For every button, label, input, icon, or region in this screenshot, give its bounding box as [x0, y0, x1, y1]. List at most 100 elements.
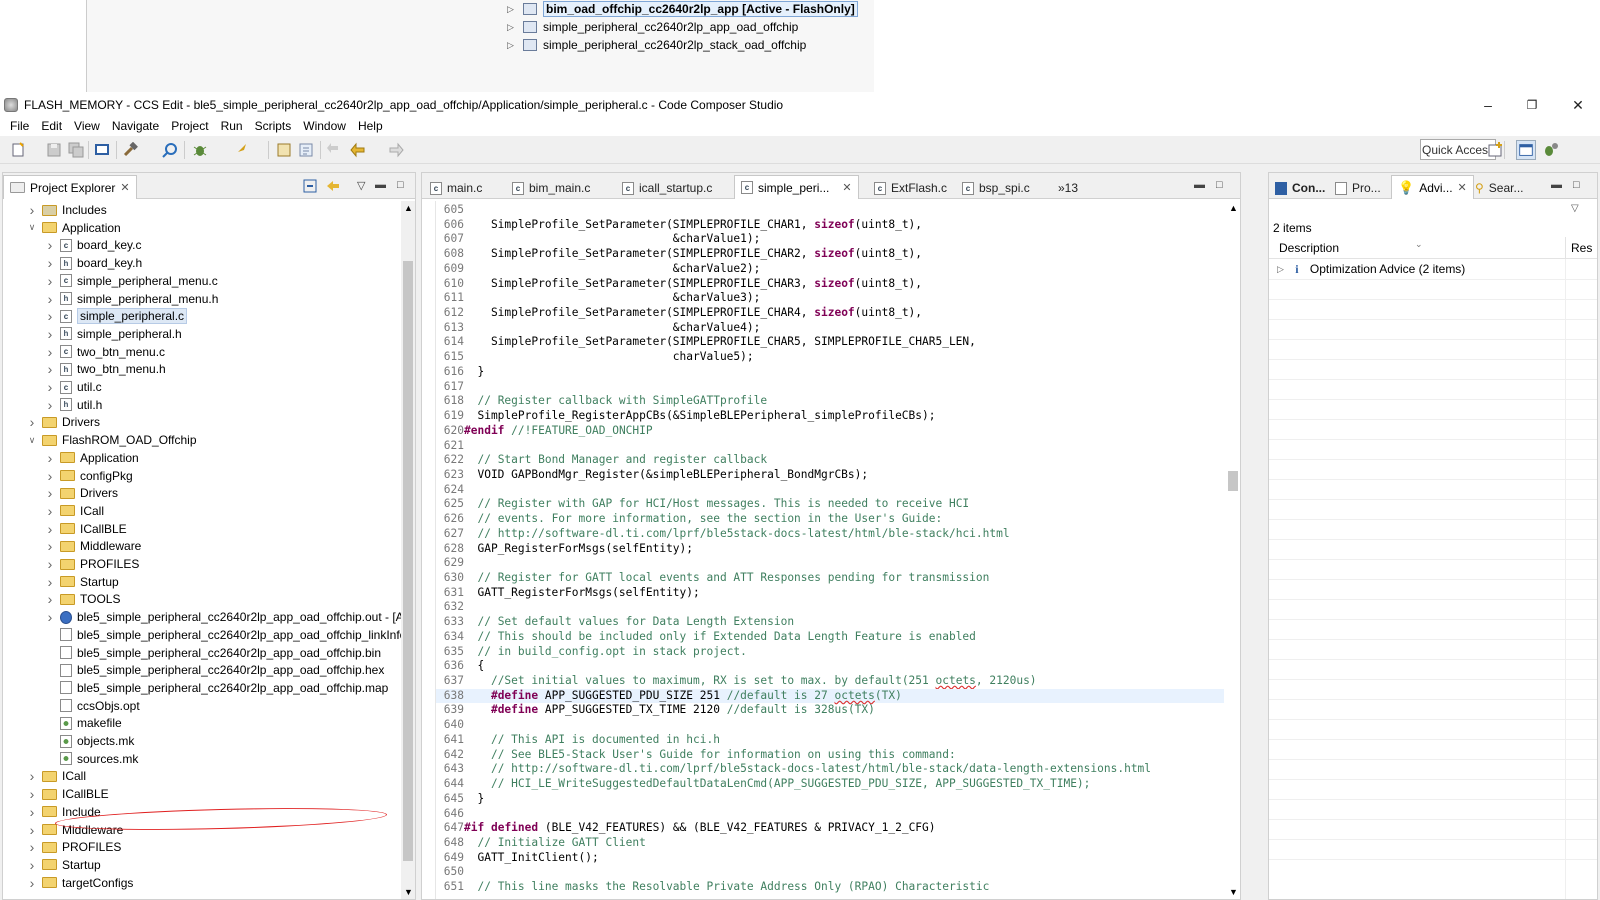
code-line[interactable]: 618 // Register callback with SimpleGATT… [436, 394, 1224, 409]
code-line[interactable]: 622 // Start Bond Manager and register c… [436, 453, 1224, 468]
chevron-right-icon[interactable]: › [27, 804, 37, 820]
tree-item[interactable]: › ICall [27, 767, 86, 785]
scrollbar-thumb[interactable] [1228, 471, 1238, 491]
build-icon[interactable] [122, 142, 138, 158]
view-menu-icon[interactable]: ▽ [1571, 203, 1579, 214]
chevron-right-icon[interactable]: › [45, 397, 55, 413]
chevron-right-icon[interactable]: › [27, 786, 37, 802]
code-area[interactable]: 605 606 SimpleProfile_SetParameter(SIMPLE… [422, 201, 1224, 899]
menu-edit[interactable]: Edit [35, 119, 68, 133]
tree-item[interactable]: › ICallBLE [45, 520, 127, 538]
chevron-right-icon[interactable]: › [45, 521, 55, 537]
code-line[interactable]: 647#if defined (BLE_V42_FEATURES) && (BL… [436, 821, 1224, 836]
chevron-right-icon[interactable]: › [45, 291, 55, 307]
last-edit-icon[interactable] [326, 142, 342, 158]
tree-item-sp-app[interactable]: ▷ simple_peripheral_cc2640r2lp_app_oad_o… [507, 18, 798, 36]
tree-item[interactable]: › c simple_peripheral.c [45, 307, 188, 325]
close-tab-icon[interactable]: ✕ [842, 181, 851, 194]
code-line[interactable]: 642 // See BLE5-Stack User's Guide for i… [436, 748, 1224, 763]
chevron-right-icon[interactable]: › [27, 414, 37, 430]
tab-extflash-c[interactable]: c ExtFlash.c [868, 177, 953, 199]
code-line[interactable]: 613 &charValue4); [436, 321, 1224, 336]
ccs-debug-perspective-icon[interactable] [1540, 140, 1560, 160]
maximize-view-icon[interactable]: □ [1216, 179, 1223, 191]
chevron-right-icon[interactable]: › [45, 379, 55, 395]
tree-item[interactable]: ble5_simple_peripheral_cc2640r2lp_app_oa… [45, 661, 384, 679]
code-line[interactable]: 610 SimpleProfile_SetParameter(SIMPLEPRO… [436, 277, 1224, 292]
code-line[interactable]: 632 [436, 600, 1224, 615]
chevron-right-icon[interactable]: ▷ [507, 40, 517, 51]
collapse-all-icon[interactable] [303, 179, 317, 193]
code-line[interactable]: 635 // in build_config.opt in stack proj… [436, 645, 1224, 660]
chevron-right-icon[interactable]: › [27, 202, 37, 218]
tree-item[interactable]: › c simple_peripheral_menu.c [45, 272, 218, 290]
maximize-view-icon[interactable]: □ [397, 179, 404, 191]
tree-item[interactable]: ccsObjs.opt [45, 697, 140, 715]
menu-help[interactable]: Help [352, 119, 389, 133]
tab-project-explorer[interactable]: Project Explorer ✕ [3, 175, 137, 199]
debug-bug-icon[interactable] [192, 142, 208, 158]
code-line[interactable]: 636 { [436, 659, 1224, 674]
code-line[interactable]: 638 #define APP_SUGGESTED_PDU_SIZE 251 /… [436, 688, 1224, 704]
code-line[interactable]: 629 [436, 556, 1224, 571]
minimize-view-icon[interactable]: ▬ [1194, 179, 1205, 191]
chevron-right-icon[interactable]: › [27, 875, 37, 891]
chevron-right-icon[interactable]: › [45, 326, 55, 342]
tree-item[interactable]: › TOOLS [45, 590, 121, 608]
code-line[interactable]: 634 // This should be included only if E… [436, 630, 1224, 645]
chevron-right-icon[interactable]: › [27, 839, 37, 855]
tree-item[interactable]: › h simple_peripheral_menu.h [45, 290, 219, 308]
tree-item[interactable]: objects.mk [45, 732, 134, 750]
chevron-right-icon[interactable]: › [27, 857, 37, 873]
tree-item[interactable]: › PROFILES [45, 555, 140, 573]
tree-item[interactable]: › targetConfigs [27, 874, 134, 892]
tree-item[interactable]: › c util.c [45, 378, 102, 396]
chevron-right-icon[interactable]: ▷ [507, 4, 517, 15]
tree-item[interactable]: › PROFILES [27, 838, 122, 856]
terminal-icon[interactable] [94, 142, 110, 158]
code-line[interactable]: 625 // Register with GAP for HCI/Host me… [436, 497, 1224, 512]
close-tab-icon[interactable]: ✕ [120, 181, 129, 194]
tree-item[interactable]: makefile [45, 714, 122, 732]
debug-search-icon[interactable] [162, 142, 178, 158]
code-line[interactable]: 643 // http://software-dl.ti.com/lprf/bl… [436, 762, 1224, 777]
code-line[interactable]: 608 SimpleProfile_SetParameter(SIMPLEPRO… [436, 247, 1224, 262]
scroll-up-icon[interactable]: ▲ [1229, 203, 1238, 213]
chevron-right-icon[interactable]: › [45, 503, 55, 519]
code-line[interactable]: 637 //Set initial values to maximum, RX … [436, 674, 1224, 689]
tree-item[interactable]: › Drivers [45, 484, 118, 502]
code-line[interactable]: 640 [436, 718, 1224, 733]
tree-item[interactable]: › h util.h [45, 396, 103, 414]
tree-item[interactable]: ble5_simple_peripheral_cc2640r2lp_app_oa… [45, 679, 388, 697]
tree-item[interactable]: › c board_key.c [45, 236, 142, 254]
chevron-right-icon[interactable]: › [45, 556, 55, 572]
ccs-edit-perspective-icon[interactable] [1516, 140, 1536, 160]
open-perspective-icon[interactable] [1486, 140, 1506, 160]
view-menu-icon[interactable]: ▽ [357, 179, 365, 192]
chevron-right-icon[interactable]: › [45, 361, 55, 377]
code-line[interactable]: 649 GATT_InitClient(); [436, 851, 1224, 866]
chevron-right-icon[interactable]: › [45, 344, 55, 360]
tree-item[interactable]: › Startup [45, 573, 119, 591]
menu-file[interactable]: File [4, 119, 35, 133]
code-line[interactable]: 614 SimpleProfile_SetParameter(SIMPLEPRO… [436, 335, 1224, 350]
tree-item[interactable]: › h two_btn_menu.h [45, 360, 166, 378]
new-icon[interactable] [10, 142, 26, 158]
minimize-view-icon[interactable]: ▬ [1551, 179, 1562, 191]
column-description[interactable]: Description [1279, 241, 1339, 255]
chevron-right-icon[interactable]: › [45, 237, 55, 253]
open-type-icon[interactable] [276, 142, 292, 158]
code-line[interactable]: 627 // http://software-dl.ti.com/lprf/bl… [436, 527, 1224, 542]
more-tabs-button[interactable]: »13 [1052, 177, 1084, 199]
tree-item[interactable]: › Drivers [27, 413, 100, 431]
tree-item-sp-stack[interactable]: ▷ simple_peripheral_cc2640r2lp_stack_oad… [507, 36, 806, 54]
tab-problems[interactable]: Pro... [1329, 177, 1387, 199]
tree-item[interactable]: › ICall [45, 502, 104, 520]
menu-run[interactable]: Run [215, 119, 249, 133]
code-line[interactable]: 631 GATT_RegisterForMsgs(selfEntity); [436, 586, 1224, 601]
code-line[interactable]: 621 [436, 439, 1224, 454]
code-line[interactable]: 607 &charValue1); [436, 232, 1224, 247]
chevron-right-icon[interactable]: ▷ [1277, 264, 1284, 275]
tree-item[interactable]: ∨ FlashROM_OAD_Offchip [27, 431, 197, 449]
code-line[interactable]: 646 [436, 807, 1224, 822]
